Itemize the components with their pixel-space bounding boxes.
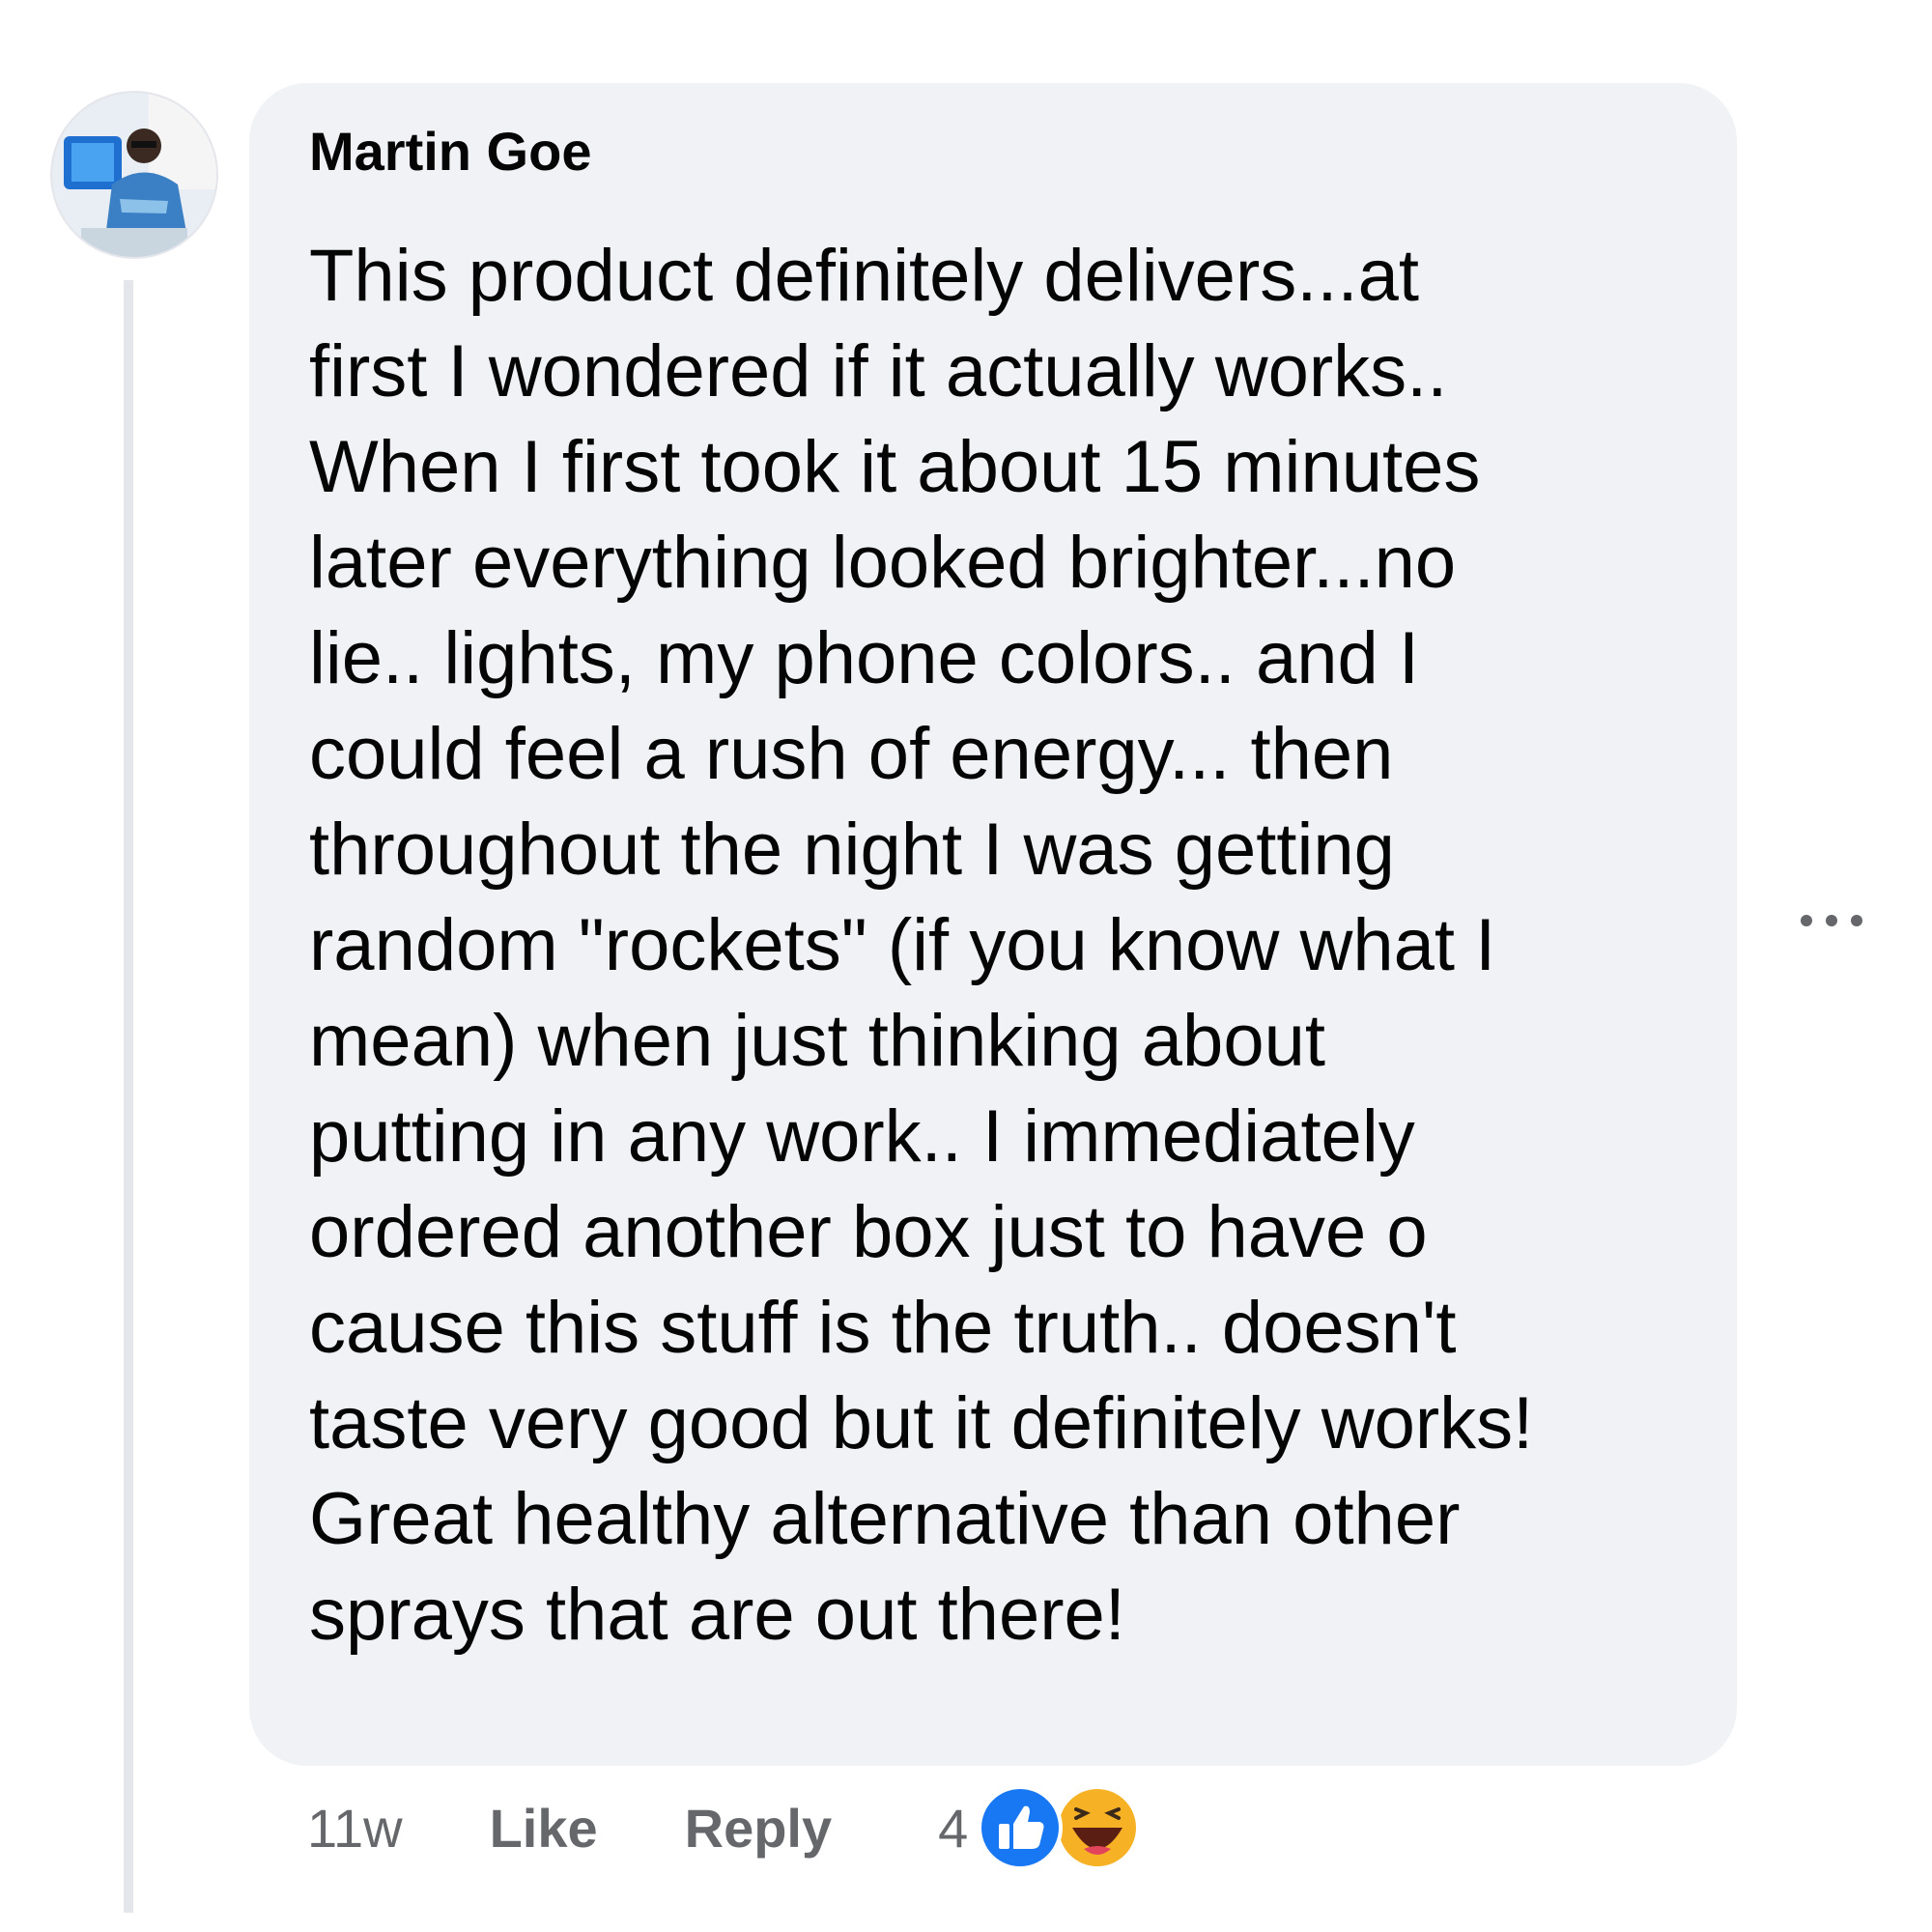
comment-text: This product definitely delivers...at fi… <box>309 228 1683 1662</box>
comment-bubble: Martin Goe This product definitely deliv… <box>249 83 1737 1766</box>
avatar-photo <box>52 93 216 257</box>
comment-text-line: throughout the night I was getting <box>309 809 1395 891</box>
comment-text-line: When I first took it about 15 minutes <box>309 426 1481 508</box>
comment-timestamp[interactable]: 11w <box>307 1797 403 1860</box>
comment-text-line: later everything looked brighter...no <box>309 522 1457 604</box>
like-button[interactable]: Like <box>490 1797 598 1860</box>
comment-text-line: could feel a rush of energy... then <box>309 713 1394 795</box>
comment-author[interactable]: Martin Goe <box>309 120 1683 184</box>
reactions-summary[interactable] <box>976 1779 1159 1876</box>
haha-icon <box>1055 1785 1141 1870</box>
comment-text-line: Great healthy alternative than other <box>309 1478 1461 1560</box>
comment-text-line: taste very good but it definitely works! <box>309 1382 1534 1464</box>
more-options-icon[interactable] <box>1793 906 1870 935</box>
reaction-count[interactable]: 4 <box>938 1797 968 1860</box>
comment-text-line: This product definitely delivers...at <box>309 235 1419 317</box>
comment-text-line: first I wondered if it actually works.. <box>309 330 1448 412</box>
comment-actions: 11w Like Reply 4 <box>307 1785 1159 1870</box>
thread-line <box>124 280 133 1913</box>
comment-text-line: sprays that are out there! <box>309 1574 1125 1656</box>
reply-button[interactable]: Reply <box>685 1797 833 1860</box>
comment-text-line: lie.. lights, my phone colors.. and I <box>309 617 1420 699</box>
comment-text-line: putting in any work.. I immediately <box>309 1095 1415 1178</box>
comment-text-line: mean) when just thinking about <box>309 1000 1325 1082</box>
comment-text-line: cause this stuff is the truth.. doesn't <box>309 1287 1457 1369</box>
comment-text-line: ordered another box just to have o <box>309 1191 1428 1273</box>
comment-text-line: random "rockets" (if you know what I <box>309 904 1496 986</box>
avatar[interactable] <box>52 93 216 257</box>
like-icon <box>978 1785 1064 1870</box>
